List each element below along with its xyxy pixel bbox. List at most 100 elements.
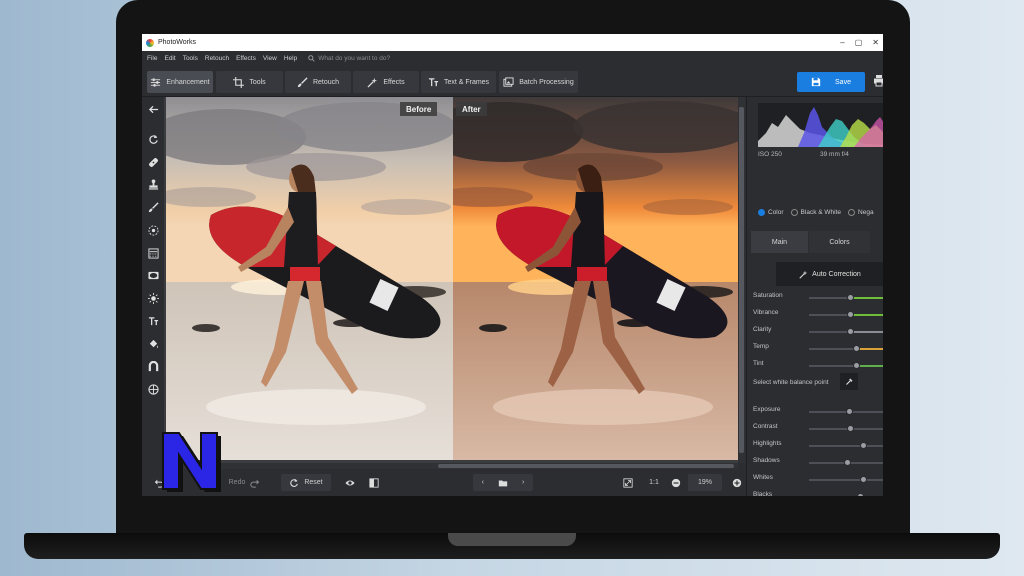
slider-clarity[interactable] (809, 328, 883, 335)
slider-knob[interactable] (852, 362, 860, 369)
slider-whites[interactable] (809, 476, 883, 483)
maximize-icon[interactable]: ▢ (855, 38, 863, 47)
menu-file[interactable]: File (147, 55, 157, 62)
images-icon (503, 76, 514, 87)
tab-colors[interactable]: Colors (809, 231, 870, 253)
slider-highlights[interactable] (809, 442, 883, 449)
save-button[interactable]: Save (797, 72, 865, 92)
vertical-scrollbar[interactable] (738, 97, 745, 463)
slider-label-shadows: Shadows (753, 457, 780, 464)
zoom-out-icon[interactable] (669, 474, 683, 491)
rotate-icon[interactable] (146, 132, 160, 146)
tab-effects[interactable]: Effects (353, 71, 419, 93)
clone-stamp-icon[interactable] (146, 177, 160, 191)
slider-knob[interactable] (857, 493, 864, 496)
slider-knob[interactable] (847, 425, 855, 432)
zoom-in-icon[interactable] (730, 474, 744, 491)
slider-knob[interactable] (847, 294, 855, 301)
slider-shadows[interactable] (809, 459, 883, 466)
slider-knob[interactable] (843, 459, 851, 466)
menu-edit[interactable]: Edit (164, 55, 175, 62)
slider-knob[interactable] (847, 311, 855, 318)
white-balance-picker[interactable] (840, 373, 858, 390)
compare-icon[interactable] (366, 474, 382, 491)
menu-tools[interactable]: Tools (183, 55, 198, 62)
tab-batch-processing-label: Batch Processing (519, 78, 574, 86)
vignette-icon[interactable] (146, 268, 160, 282)
zoom-value[interactable]: 19% (688, 474, 722, 491)
slider-contrast[interactable] (809, 425, 883, 432)
fit-screen-icon[interactable] (620, 474, 636, 491)
menu-effects[interactable]: Effects (236, 55, 256, 62)
tab-tools[interactable]: Tools (216, 71, 283, 93)
title-bar: PhotoWorks – ▢ ✕ (142, 34, 883, 51)
slider-tint[interactable] (809, 362, 883, 369)
mode-color[interactable]: Color (758, 209, 784, 216)
minimize-icon[interactable]: – (840, 38, 844, 47)
text-tool-icon[interactable] (146, 314, 160, 328)
before-image (166, 97, 453, 460)
folder-icon[interactable] (498, 478, 508, 488)
globe-icon[interactable] (146, 382, 160, 396)
preview-eye-icon[interactable] (342, 474, 358, 491)
slider-knob[interactable] (860, 442, 867, 449)
menu-retouch[interactable]: Retouch (205, 55, 229, 62)
horizontal-scroll-thumb[interactable] (438, 464, 734, 468)
healing-icon[interactable] (146, 155, 160, 169)
prev-image-icon[interactable]: ‹ (482, 479, 484, 486)
n-logo (162, 432, 221, 492)
radio-black-white[interactable] (790, 209, 798, 216)
vertical-scroll-thumb[interactable] (739, 107, 744, 453)
zoom-actual-size[interactable]: 1:1 (644, 474, 664, 491)
slider-knob[interactable] (845, 408, 853, 415)
slider-label-clarity: Clarity (753, 326, 772, 333)
save-label: Save (835, 78, 851, 86)
tab-main[interactable]: Main (751, 231, 808, 253)
back-arrow-icon[interactable] (146, 102, 160, 116)
mode-black-white[interactable]: Black & White (790, 209, 841, 216)
radial-icon[interactable] (146, 223, 160, 237)
slider-knob[interactable] (852, 345, 860, 352)
slider-exposure[interactable] (809, 408, 883, 415)
slider-knob[interactable] (847, 328, 855, 335)
reset-button[interactable]: Reset (281, 474, 331, 491)
tab-enhancement[interactable]: Enhancement (147, 71, 213, 93)
radio-color[interactable] (758, 209, 765, 216)
white-balance-label: Select white balance point (753, 379, 829, 386)
tab-text-frames[interactable]: Text & Frames (421, 71, 496, 93)
redo-button[interactable]: Redo (222, 474, 267, 491)
menu-help[interactable]: Help (284, 55, 297, 62)
brush-tool-icon[interactable] (146, 200, 160, 214)
menu-search[interactable]: What do you want to do? (308, 55, 390, 62)
next-image-icon[interactable]: › (522, 479, 524, 486)
slider-label-tint: Tint (753, 360, 764, 367)
app-logo-icon (146, 38, 154, 47)
light-icon[interactable] (146, 291, 160, 305)
auto-correction-button[interactable]: Auto Correction (776, 262, 883, 286)
tab-retouch[interactable]: Retouch (285, 71, 351, 93)
close-icon[interactable]: ✕ (872, 38, 879, 47)
paint-bucket-icon[interactable] (146, 337, 160, 351)
slider-saturation[interactable] (809, 294, 883, 301)
slider-fill (855, 365, 883, 367)
save-icon (811, 77, 821, 87)
magnet-icon[interactable] (146, 359, 160, 373)
gradient-icon[interactable] (146, 246, 160, 260)
mode-negative[interactable]: Nega (848, 209, 874, 216)
slider-vibrance[interactable] (809, 311, 883, 318)
image-canvas[interactable]: Before After (164, 97, 739, 463)
slider-label-temp: Temp (753, 343, 769, 350)
crop-icon (233, 76, 245, 88)
menu-view[interactable]: View (263, 55, 277, 62)
tab-batch-processing[interactable]: Batch Processing (499, 71, 578, 93)
file-navigator: ‹ › (473, 474, 533, 491)
tab-retouch-label: Retouch (312, 78, 340, 86)
eyedropper-icon (845, 378, 852, 385)
radio-negative[interactable] (848, 209, 856, 216)
slider-temp[interactable] (809, 345, 883, 352)
horizontal-scrollbar[interactable] (164, 463, 738, 469)
search-placeholder: What do you want to do? (318, 55, 391, 62)
slider-label-whites: Whites (753, 474, 773, 481)
print-icon[interactable] (874, 75, 883, 87)
slider-knob[interactable] (860, 476, 867, 483)
